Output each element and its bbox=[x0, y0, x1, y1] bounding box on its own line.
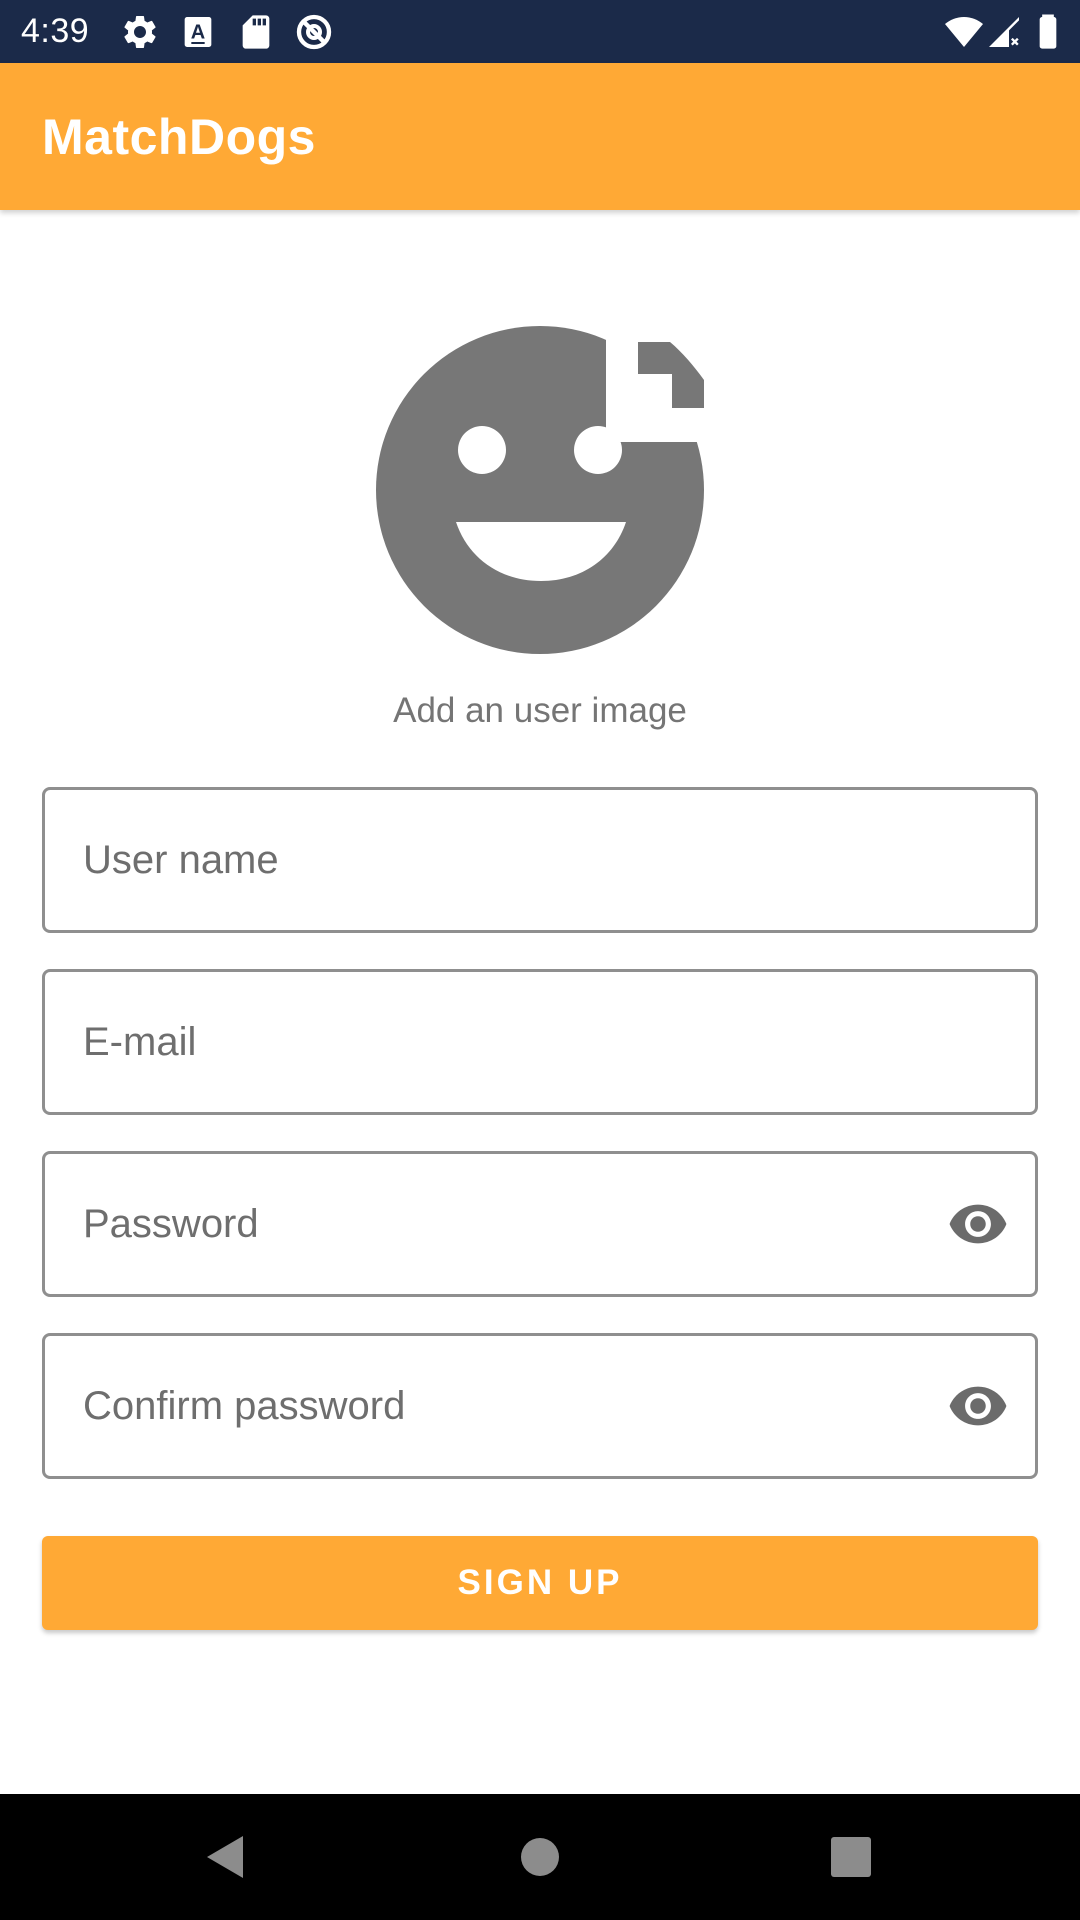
status-time: 4:39 bbox=[21, 12, 90, 50]
password-visibility-eye-icon[interactable] bbox=[947, 1193, 1009, 1255]
confirm-password-visibility-eye-icon[interactable] bbox=[947, 1375, 1009, 1437]
confirm-password-field[interactable] bbox=[42, 1333, 1038, 1479]
signal-icon bbox=[984, 12, 1024, 52]
add-reaction-icon[interactable] bbox=[370, 318, 710, 658]
recents-icon[interactable] bbox=[818, 1824, 884, 1890]
settings-icon bbox=[120, 12, 160, 52]
do-not-disturb-icon bbox=[294, 12, 334, 52]
wifi-icon bbox=[944, 12, 984, 52]
sign-up-button[interactable]: SIGN UP bbox=[42, 1536, 1038, 1630]
email-field[interactable] bbox=[42, 969, 1038, 1115]
username-field[interactable] bbox=[42, 787, 1038, 933]
password-field[interactable] bbox=[42, 1151, 1038, 1297]
email-input[interactable] bbox=[83, 972, 943, 1112]
sd-card-icon bbox=[236, 12, 276, 52]
battery-icon bbox=[1028, 12, 1068, 52]
text-format-icon: A bbox=[178, 12, 218, 52]
back-icon[interactable] bbox=[193, 1824, 259, 1890]
avatar-caption: Add an user image bbox=[393, 691, 687, 730]
svg-text:A: A bbox=[191, 22, 205, 44]
password-input[interactable] bbox=[83, 1154, 943, 1294]
navigation-bar bbox=[0, 1794, 1080, 1920]
status-bar: 4:39 A bbox=[0, 0, 1080, 63]
app-title: MatchDogs bbox=[42, 109, 316, 165]
username-input[interactable] bbox=[83, 790, 943, 930]
home-icon[interactable] bbox=[507, 1824, 573, 1890]
confirm-password-input[interactable] bbox=[83, 1336, 943, 1476]
app-bar: MatchDogs bbox=[0, 63, 1080, 210]
